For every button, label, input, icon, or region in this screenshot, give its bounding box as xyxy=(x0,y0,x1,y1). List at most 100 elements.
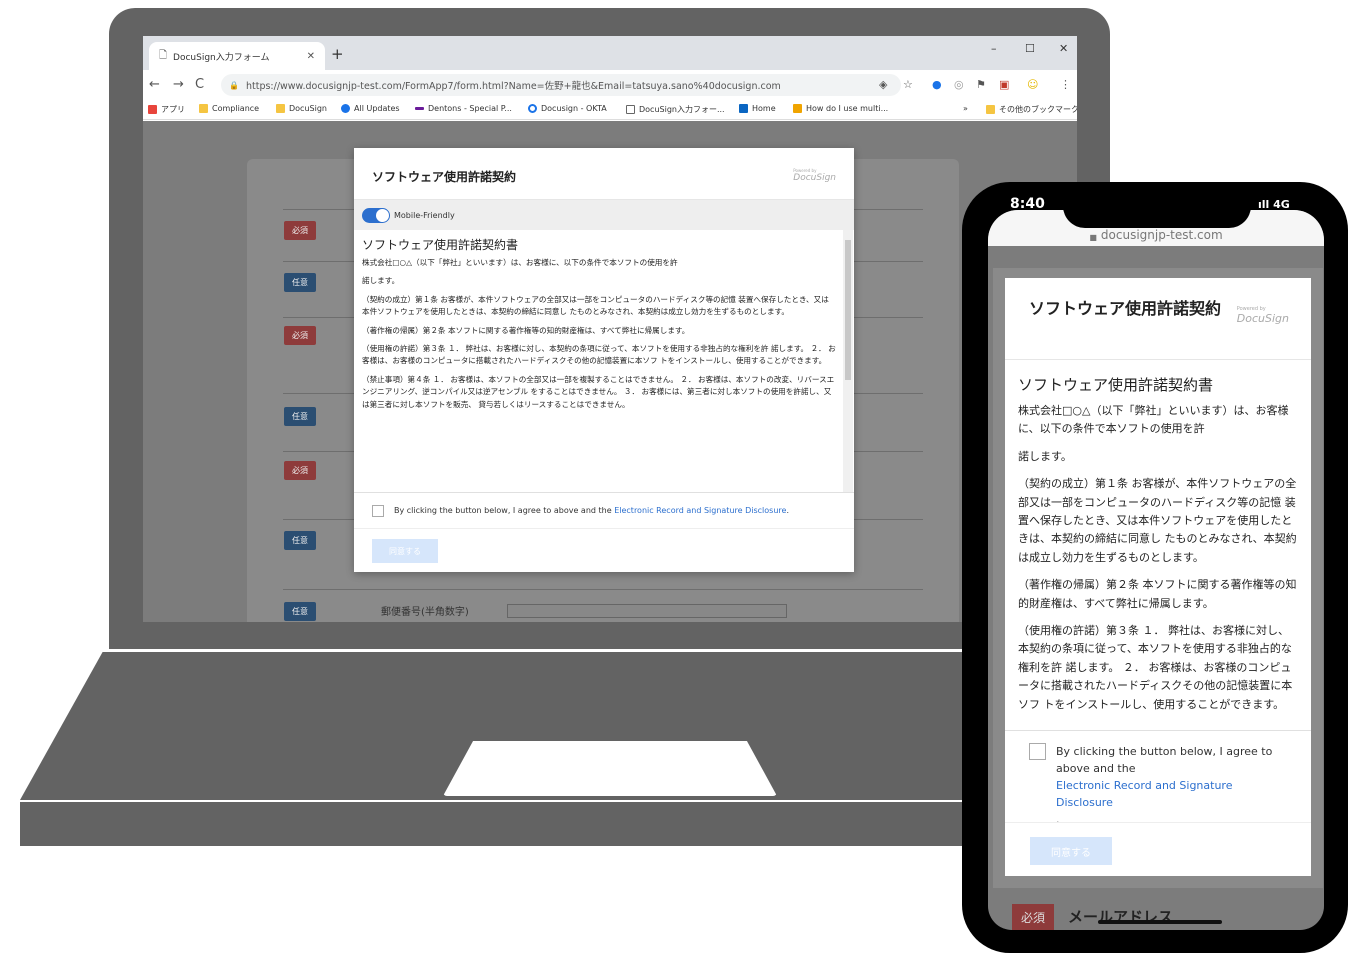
phone-disclosure-link[interactable]: Electronic Record and Signature Disclosu… xyxy=(1056,777,1287,811)
document-paragraph: （著作権の帰属）第２条 本ソフトに関する著作権等の知的財産権は、すべて弊社に帰属… xyxy=(362,325,690,335)
avatar[interactable]: ☺ xyxy=(1027,78,1038,91)
phone-agree-text: By clicking the button below, I agree to… xyxy=(1056,743,1287,826)
url-bar[interactable]: 🔒 https://www.docusignjp-test.com/FormAp… xyxy=(221,74,901,96)
download-icon xyxy=(793,104,802,113)
lock-icon: 🔒 xyxy=(229,80,239,90)
devices-mockup: 🗋 DocuSign入力フォーム ✕ + – ☐ ✕ ← → C 🔒 https… xyxy=(0,0,1361,953)
cloud-icon xyxy=(341,104,350,113)
bookmark-apps[interactable]: アプリ xyxy=(148,104,185,115)
back-icon[interactable]: ← xyxy=(149,77,160,92)
bookmark-compliance[interactable]: Compliance xyxy=(199,104,259,113)
star-icon[interactable]: ☆ xyxy=(903,78,913,91)
status-time: 8:40 xyxy=(1010,196,1045,212)
bookmark-how-do-i[interactable]: How do I use multi... xyxy=(793,104,888,113)
status-signal: ıll 4G xyxy=(1258,198,1290,211)
linkedin-icon xyxy=(739,104,748,113)
postal-code-label: 郵便番号(半角数字) xyxy=(381,607,469,618)
mobile-friendly-toggle[interactable] xyxy=(362,207,390,223)
scroll-thumb[interactable] xyxy=(845,240,851,380)
browser-tabbar: 🗋 DocuSign入力フォーム ✕ + – ☐ ✕ xyxy=(143,36,1077,70)
extension-pdf-icon[interactable]: ▣ xyxy=(999,78,1009,91)
disclosure-link[interactable]: Electronic Record and Signature Disclosu… xyxy=(614,506,786,515)
extension-flag-icon[interactable]: ⚑ xyxy=(976,78,986,91)
document-paragraph: 株式会社□○△（以下「弊社」といいます）は、お客様に、以下の条件で本ソフトの使用… xyxy=(1018,404,1289,436)
new-tab-button[interactable]: + xyxy=(331,45,344,63)
phone-document-heading: ソフトウェア使用許諾契約書 xyxy=(1018,376,1214,394)
phone-agree-row: By clicking the button below, I agree to… xyxy=(1005,730,1311,826)
divider xyxy=(283,589,923,590)
bookmark-docusign-form[interactable]: DocuSign入力フォー... xyxy=(626,104,725,115)
forward-icon[interactable]: → xyxy=(173,77,184,92)
minimize-icon[interactable]: – xyxy=(991,42,997,55)
page-icon: 🗋 xyxy=(159,49,168,61)
folder-icon xyxy=(986,105,995,114)
phone-modal-title: ソフトウェア使用許諾契約 xyxy=(1029,299,1222,318)
document-paragraph: （契約の成立）第１条 お客様が、本件ソフトウェアの全部又は一部をコンピュータのハ… xyxy=(1018,477,1297,564)
agree-text: By clicking the button below, I agree to… xyxy=(394,506,789,515)
document-paragraph: （使用権の許諾）第３条 １． 弊社は、お客様に対し、本契約の条項に従って、本ソフ… xyxy=(1018,624,1293,711)
phone-url-text: docusignjp-test.com xyxy=(1100,228,1223,242)
postal-code-input[interactable] xyxy=(507,604,787,618)
modal-footer: 同意する xyxy=(354,528,854,572)
extension-ring-icon[interactable]: ◎ xyxy=(954,78,964,91)
license-modal: ソフトウェア使用許諾契約 Powered by DocuSign Mobile-F… xyxy=(354,148,854,572)
home-indicator[interactable] xyxy=(1098,920,1222,924)
bookmark-okta[interactable]: Docusign - OKTA xyxy=(528,104,607,113)
agree-button[interactable]: 同意する xyxy=(372,539,438,563)
bookmark-other[interactable]: その他のブックマーク xyxy=(986,104,1077,115)
optional-badge: 任意 xyxy=(284,273,316,292)
optional-badge: 任意 xyxy=(284,602,316,621)
required-badge: 必須 xyxy=(284,461,316,480)
laptop-trackpad xyxy=(443,741,777,796)
signal-icon: ıll xyxy=(1258,198,1274,211)
browser-tab[interactable]: 🗋 DocuSign入力フォーム ✕ xyxy=(149,42,325,70)
phone-license-modal: ソフトウェア使用許諾契約 Powered by DocuSign ソフトウェア使用… xyxy=(1005,278,1311,876)
document-paragraph: 株式会社□○△（以下「弊社」といいます）は、お客様に、以下の条件で本ソフトの使用… xyxy=(362,258,678,267)
window-close-icon[interactable]: ✕ xyxy=(1059,42,1068,55)
dentons-icon xyxy=(415,107,424,110)
reload-icon[interactable]: C xyxy=(195,77,204,92)
phone-screen: ■ docusignjp-test.com ソフトウェア使用許諾契約 Powere… xyxy=(988,210,1324,930)
modal-header: ソフトウェア使用許諾契約 Powered by DocuSign xyxy=(354,148,854,200)
page-content: 必須 任意 必須 任意 必須 任意 任意 郵便番号(半角数字) ソフトウェア使用… xyxy=(143,121,1077,622)
document-paragraph: （契約の成立）第１条 お客様が、本件ソフトウェアの全部又は一部をコンピュータのハ… xyxy=(362,294,829,317)
phone-modal-footer: 同意する xyxy=(1005,822,1311,876)
required-badge: 必須 xyxy=(284,221,316,240)
folder-icon xyxy=(276,104,285,113)
tab-close-icon[interactable]: ✕ xyxy=(307,51,315,62)
laptop-screen: 🗋 DocuSign入力フォーム ✕ + – ☐ ✕ ← → C 🔒 https… xyxy=(143,36,1077,622)
apps-icon xyxy=(148,105,157,114)
extension-circle-icon[interactable]: ● xyxy=(932,78,942,91)
document-paragraph: （使用権の許諾）第３条 １． 弊社は、お客様に対し、本契約の条項に従って、本ソフ… xyxy=(362,344,836,366)
optional-badge: 任意 xyxy=(284,531,316,550)
bookmark-home[interactable]: Home xyxy=(739,104,776,113)
page-icon xyxy=(626,105,635,114)
phone-agree-button[interactable]: 同意する xyxy=(1030,837,1112,865)
required-badge: 必須 xyxy=(1012,904,1054,930)
maximize-icon[interactable]: ☐ xyxy=(1025,42,1035,55)
required-badge: 必須 xyxy=(284,326,316,345)
modal-title: ソフトウェア使用許諾契約 xyxy=(372,170,517,184)
mobile-friendly-label: Mobile-Friendly xyxy=(394,210,455,220)
mobile-friendly-bar: Mobile-Friendly xyxy=(354,200,854,230)
bookmark-docusign[interactable]: DocuSign xyxy=(276,104,327,113)
optional-badge: 任意 xyxy=(284,407,316,426)
bookmarks-bar: アプリ Compliance DocuSign All Updates Dent… xyxy=(143,100,1077,120)
document-heading: ソフトウェア使用許諾契約書 xyxy=(362,238,519,252)
bookmarks-more[interactable]: » xyxy=(963,104,968,113)
phone-document-body: ソフトウェア使用許諾契約書 株式会社□○△（以下「弊社」といいます）は、お客様に… xyxy=(1005,360,1311,730)
phone-agree-checkbox[interactable] xyxy=(1029,743,1046,760)
docusign-logo: Powered by DocuSign xyxy=(1236,306,1289,325)
phone-notch xyxy=(1063,182,1251,228)
bookmark-all-updates[interactable]: All Updates xyxy=(341,104,400,113)
bookmark-dentons[interactable]: Dentons - Special P... xyxy=(415,104,512,113)
location-icon[interactable]: ◈ xyxy=(879,78,887,91)
address-row: ← → C 🔒 https://www.docusignjp-test.com/… xyxy=(143,70,1077,100)
document-paragraph: （著作権の帰属）第２条 本ソフトに関する著作権等の知的財産権は、すべて弊社に帰属… xyxy=(1018,578,1297,610)
menu-icon[interactable]: ⋮ xyxy=(1060,78,1071,91)
document-body: ソフトウェア使用許諾契約書 株式会社□○△（以下「弊社」といいます）は、お客様に… xyxy=(354,230,844,492)
document-scrollbar[interactable] xyxy=(843,230,853,492)
agree-row: By clicking the button below, I agree to… xyxy=(354,492,854,528)
agree-checkbox[interactable] xyxy=(372,504,384,517)
okta-icon xyxy=(528,104,537,113)
